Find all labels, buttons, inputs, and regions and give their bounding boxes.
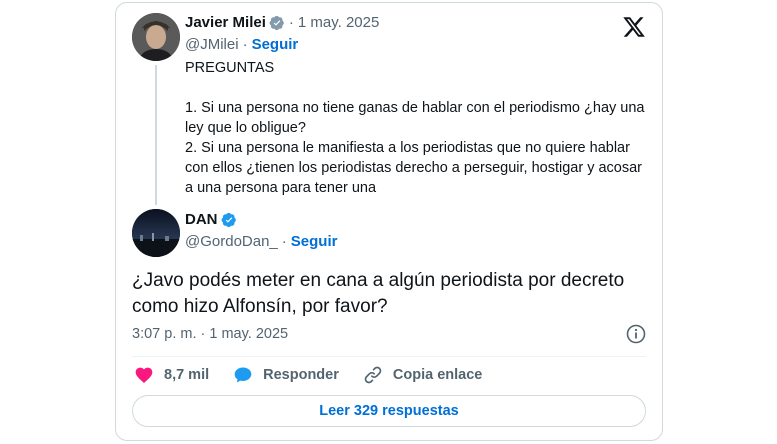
quoted-handle-row: @JMilei · Seguir [185, 36, 298, 53]
reply-button[interactable]: Responder [233, 365, 339, 385]
quoted-line: PREGUNTAS [185, 60, 275, 76]
separator-dot: · [288, 14, 294, 31]
follow-button[interactable]: Seguir [291, 233, 338, 250]
link-icon [364, 366, 382, 384]
copy-link-label: Copia enlace [392, 367, 483, 383]
reply-author-row: DAN [185, 211, 237, 228]
like-count: 8,7 mil [164, 367, 210, 383]
copy-link-button[interactable]: Copia enlace [363, 365, 482, 385]
reply-label: Responder [263, 367, 339, 383]
avatar-image [132, 209, 180, 257]
read-replies-button[interactable]: Leer 329 respuestas [132, 395, 646, 427]
follow-button[interactable]: Seguir [252, 36, 299, 53]
quoted-author-row: Javier Milei · 1 may. 2025 [185, 14, 379, 31]
avatar-image [132, 13, 180, 61]
separator-dot: · [242, 36, 248, 53]
verified-badge-icon [269, 15, 284, 30]
separator-dot: · [281, 233, 287, 250]
avatar-dan[interactable] [132, 209, 180, 257]
x-logo-icon[interactable] [622, 15, 646, 39]
verified-badge-icon [221, 212, 236, 227]
post-date[interactable]: 1 may. 2025 [298, 14, 379, 31]
action-bar: 8,7 mil Responder Copia enlace [134, 365, 506, 385]
speech-bubble-icon [234, 367, 252, 383]
author-name[interactable]: Javier Milei [185, 14, 266, 31]
heart-icon [135, 367, 153, 383]
like-button[interactable]: 8,7 mil [134, 365, 209, 385]
tweet-timestamp[interactable]: 3:07 p. m. · 1 may. 2025 [132, 326, 288, 342]
thread-connector-line [155, 65, 157, 205]
quoted-line: 1. Si una persona no tiene ganas de habl… [185, 100, 645, 136]
author-handle[interactable]: @JMilei [185, 36, 239, 53]
author-name[interactable]: DAN [185, 211, 218, 228]
tweet-text: ¿Javo podés meter en cana a algún period… [132, 270, 625, 317]
embedded-tweet-card: Javier Milei · 1 may. 2025 @JMilei · Seg… [115, 2, 663, 441]
author-handle[interactable]: @GordoDan_ [185, 233, 278, 250]
divider [132, 356, 646, 357]
quoted-line: 2. Si una persona le manifiesta a los pe… [185, 140, 643, 196]
quoted-tweet-text: PREGUNTAS 1. Si una persona no tiene gan… [185, 58, 645, 198]
reply-handle-row: @GordoDan_ · Seguir [185, 233, 337, 250]
info-icon[interactable] [626, 324, 646, 344]
avatar-javier-milei[interactable] [132, 13, 180, 61]
